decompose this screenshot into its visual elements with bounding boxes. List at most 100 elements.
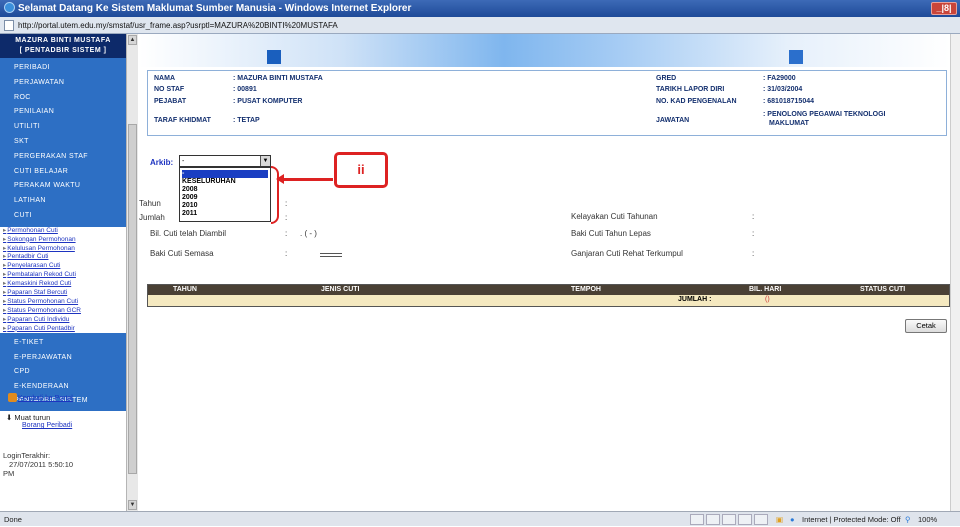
submenu-item[interactable]: Status Permohonan Cuti — [0, 298, 126, 307]
col-bil-hari: BIL. HARI — [749, 286, 782, 293]
arkib-option[interactable]: 2008 — [182, 186, 268, 194]
submenu-item[interactable]: Paparan Staf Bercuti — [0, 289, 126, 298]
leave-table: TAHUN JENIS CUTI TEMPOH BIL. HARI STATUS… — [147, 284, 950, 307]
portal-link-label[interactable]: Kembali ke Portal — [18, 395, 73, 402]
arkib-select[interactable]: - ▼ — [179, 155, 271, 167]
sidebar-item-cpd[interactable]: CPD — [0, 365, 126, 379]
baki-semasa-value-lines — [320, 253, 342, 257]
arkib-option[interactable]: 2011 — [182, 210, 268, 218]
portal-link[interactable]: Kembali ke Portal — [8, 393, 73, 402]
jumlah-total-value: () — [765, 296, 770, 303]
taraf-label: TARAF KHIDMAT — [154, 117, 211, 124]
scroll-thumb[interactable] — [128, 124, 137, 474]
sidebar-item-utiliti[interactable]: UTILITI — [0, 120, 126, 135]
submenu-item[interactable]: Penyelarasan Cuti — [0, 262, 126, 271]
lock-icon: ▣ — [776, 515, 784, 524]
gred-value: : FA29000 — [763, 75, 796, 82]
sidebar-item-cuti[interactable]: CUTI — [0, 209, 126, 224]
download-section: ⬇ Muat turun Borang Peribadi — [6, 413, 72, 429]
sidebar-submenu-cuti: Permohonan Cuti Sokongan Permohonan Kelu… — [0, 227, 126, 334]
nama-label: NAMA — [154, 75, 175, 82]
header-banner — [139, 34, 950, 67]
zoom-icon[interactable]: ⚲ — [905, 512, 911, 527]
arkib-option[interactable]: 2009 — [182, 194, 268, 202]
download-label: Muat turun — [14, 413, 51, 422]
arkib-dropdown-list[interactable]: - KESELURUHAN 2008 2009 2010 2011 — [179, 167, 271, 222]
sidebar-menu: PERIBADI PERJAWATAN ROC PENILAIAN UTILIT… — [0, 58, 126, 227]
submenu-item[interactable]: Status Permohonan GCR — [0, 307, 126, 316]
table-total-row: JUMLAH : () — [148, 295, 949, 306]
sidebar-user-role: [ PENTADBIR SISTEM ] — [19, 47, 107, 54]
last-login-label: LoginTerakhir: — [3, 451, 51, 460]
cetak-button[interactable]: Cetak — [905, 319, 947, 333]
zoom-level[interactable]: 100% — [918, 512, 937, 527]
tahun-label: Tahun — [139, 199, 161, 208]
status-segment — [706, 514, 720, 525]
submenu-item[interactable]: Paparan Cuti Individu — [0, 316, 126, 325]
last-login-ampm: PM — [3, 469, 15, 478]
sidebar-item-perakam-waktu[interactable]: PERAKAM WAKTU — [0, 179, 126, 194]
submenu-item[interactable]: Permohonan Cuti — [0, 227, 126, 236]
col-status-cuti: STATUS CUTI — [860, 286, 906, 293]
address-bar[interactable]: http://portal.utem.edu.my/smstaf/usr_fra… — [0, 17, 960, 34]
status-bar: Done ▣ ● Internet | Protected Mode: Off … — [0, 511, 960, 526]
sidebar-item-peribadi[interactable]: PERIBADI — [0, 61, 126, 76]
baki-lepas-label: Baki Cuti Tahun Lepas — [571, 229, 651, 238]
status-segment — [690, 514, 704, 525]
jawatan-value: : PENOLONG PEGAWAI TEKNOLOGI — [763, 111, 886, 118]
tarikh-label: TARIKH LAPOR DIRI — [656, 86, 725, 93]
col-tahun: TAHUN — [173, 286, 197, 293]
ganjaran-colon: : — [752, 249, 755, 258]
bil-cuti-colon: : — [285, 229, 288, 238]
submenu-item[interactable]: Paparan Cuti Pentadbir — [0, 325, 126, 334]
submenu-item[interactable]: Pentadbir Cuti — [0, 253, 126, 262]
window-titlebar: Selamat Datang Ke Sistem Maklumat Sumber… — [0, 0, 960, 17]
status-segment — [754, 514, 768, 525]
arkib-option[interactable]: 2010 — [182, 202, 268, 210]
jumlah-total-label: JUMLAH : — [678, 296, 712, 303]
sidebar-item-latihan[interactable]: LATIHAN — [0, 194, 126, 209]
submenu-item[interactable]: Sokongan Permohonan — [0, 236, 126, 245]
gred-label: GRED — [656, 75, 677, 82]
submenu-item[interactable]: Kemaskini Rekod Cuti — [0, 280, 126, 289]
submenu-item[interactable]: Kelulusan Permohonan — [0, 245, 126, 254]
nostaf-label: NO STAF — [154, 86, 185, 93]
download-icon: ⬇ — [6, 413, 13, 422]
jawatan-label: JAWATAN — [656, 117, 690, 124]
annotation-arrow — [276, 174, 333, 184]
scroll-down-icon[interactable]: ▼ — [128, 500, 137, 510]
col-jenis-cuti: JENIS CUTI — [321, 286, 360, 293]
chevron-down-icon[interactable]: ▼ — [260, 156, 270, 166]
sidebar-item-e-tiket[interactable]: E-TIKET — [0, 336, 126, 350]
arkib-option[interactable]: - — [182, 170, 268, 178]
bil-cuti-value: . ( - ) — [300, 229, 317, 238]
status-segment — [722, 514, 736, 525]
sidebar-item-cuti-belajar[interactable]: CUTI BELAJAR — [0, 165, 126, 180]
status-text: Done — [4, 515, 22, 524]
arkib-selected: - — [182, 158, 185, 165]
sidebar-item-e-perjawatan[interactable]: E-PERJAWATAN — [0, 351, 126, 365]
baki-semasa-colon: : — [285, 249, 288, 258]
arkib-option[interactable]: KESELURUHAN — [182, 178, 268, 186]
banner-block — [267, 50, 281, 64]
globe-icon: ● — [790, 515, 795, 524]
address-url[interactable]: http://portal.utem.edu.my/smstaf/usr_fra… — [18, 21, 338, 30]
sidebar-item-e-kenderaan[interactable]: E-KENDERAAN — [0, 380, 126, 394]
sidebar-item-penilaian[interactable]: PENILAIAN — [0, 105, 126, 120]
window-title: Selamat Datang Ke Sistem Maklumat Sumber… — [18, 3, 412, 14]
pejabat-value: : PUSAT KOMPUTER — [233, 98, 303, 105]
main-scrollbar[interactable] — [950, 34, 960, 511]
taraf-value: : TETAP — [233, 117, 260, 124]
sidebar-item-pergerakan-staf[interactable]: PERGERAKAN STAF — [0, 150, 126, 165]
annotation-callout: ii — [334, 152, 388, 188]
sidebar-item-roc[interactable]: ROC — [0, 91, 126, 106]
sidebar-item-skt[interactable]: SKT — [0, 135, 126, 150]
submenu-item[interactable]: Pembatalan Rekod Cuti — [0, 271, 126, 280]
last-login: LoginTerakhir: 27/07/2011 5:50:10 PM — [3, 451, 73, 478]
sidebar-header: MAZURA BINTI MUSTAFA [ PENTADBIR SISTEM … — [0, 34, 126, 58]
sidebar-item-perjawatan[interactable]: PERJAWATAN — [0, 76, 126, 91]
window-controls[interactable]: _|8| — [931, 2, 957, 15]
scroll-up-icon[interactable]: ▲ — [128, 35, 137, 45]
sidebar-scrollbar[interactable]: ▲ ▼ — [126, 34, 138, 511]
borang-peribadi-link[interactable]: Borang Peribadi — [6, 422, 72, 429]
